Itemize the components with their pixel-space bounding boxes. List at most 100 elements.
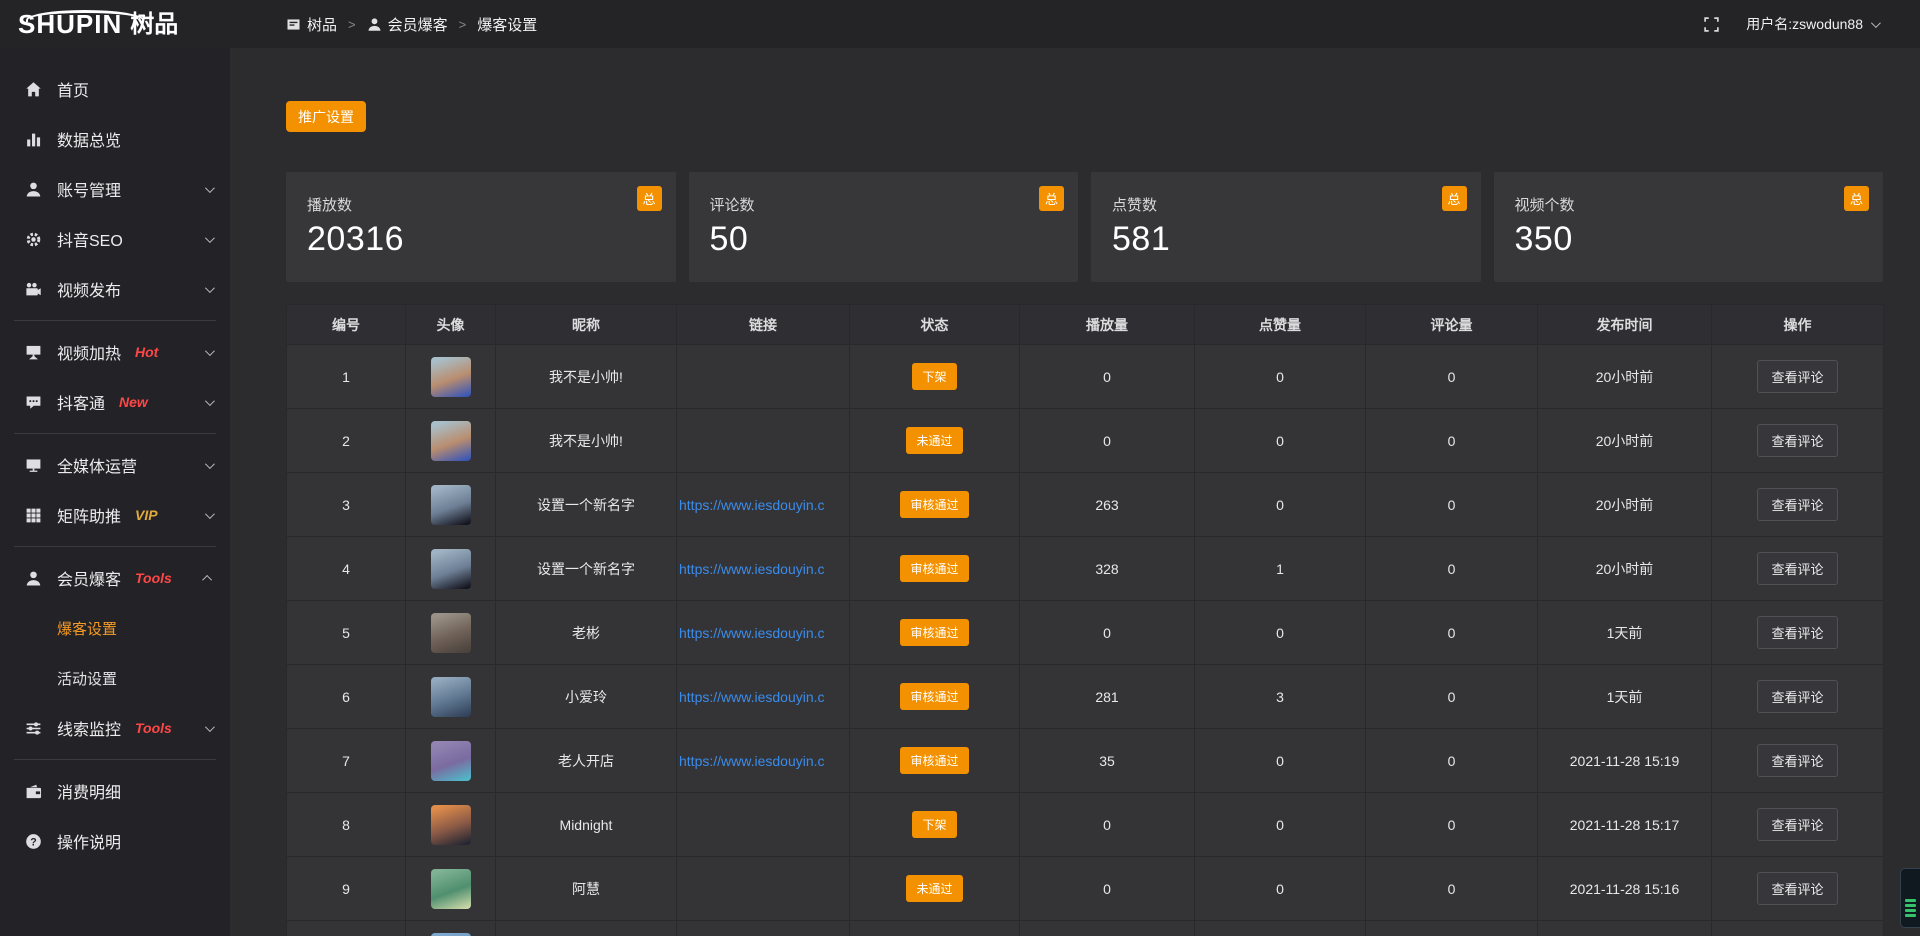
promo-settings-button[interactable]: 推广设置	[286, 101, 366, 132]
sidebar-item-数据总览[interactable]: 数据总览	[0, 114, 230, 164]
profile-link[interactable]: https://www.iesdouyin.c	[677, 689, 849, 705]
cell-nickname: Midnight	[496, 793, 677, 857]
cell-status: 下架	[850, 345, 1020, 409]
status-badge: 审核通过	[900, 747, 968, 774]
column-header-昵称: 昵称	[496, 305, 677, 345]
document-icon	[286, 17, 301, 32]
breadcrumb-item[interactable]: 会员爆客	[367, 14, 448, 35]
stat-card-点赞数: 点赞数581总	[1091, 172, 1481, 282]
status-badge: 审核通过	[900, 491, 968, 518]
breadcrumb-item[interactable]: 树品	[286, 14, 337, 35]
cell-likes: 0	[1195, 345, 1366, 409]
cell-avatar	[406, 601, 496, 665]
sidebar-item-label: 消费明细	[57, 779, 121, 803]
sidebar-item-视频发布[interactable]: 视频发布	[0, 264, 230, 314]
main-content: 推广设置 播放数20316总评论数50总点赞数581总视频个数350总 编号头像…	[230, 48, 1920, 936]
sidebar-item-label: 会员爆客	[57, 566, 121, 590]
view-comments-button[interactable]: 查看评论	[1757, 424, 1837, 457]
cell-likes	[1195, 921, 1366, 936]
username-menu[interactable]: 用户名: zswodun88	[1746, 14, 1878, 34]
sidebar-item-全媒体运营[interactable]: 全媒体运营	[0, 440, 230, 490]
sidebar-item-视频加热[interactable]: 视频加热Hot	[0, 327, 230, 377]
total-badge: 总	[1039, 186, 1064, 211]
sidebar-item-label: 视频发布	[57, 277, 121, 301]
view-comments-button[interactable]: 查看评论	[1757, 488, 1837, 521]
sidebar-item-抖音SEO[interactable]: 抖音SEO	[0, 214, 230, 264]
cell-id: 9	[287, 857, 406, 921]
cell-action: 查看评论	[1712, 857, 1884, 921]
sidebar-subitem-爆客设置[interactable]: 爆客设置	[0, 603, 230, 653]
cell-action: 查看评论	[1712, 409, 1884, 473]
cell-avatar	[406, 729, 496, 793]
view-comments-button[interactable]: 查看评论	[1757, 744, 1837, 777]
profile-link[interactable]: https://www.iesdouyin.c	[677, 753, 849, 769]
chevron-down-icon	[205, 459, 215, 469]
sidebar-item-矩阵助推[interactable]: 矩阵助推VIP	[0, 490, 230, 540]
user-icon	[25, 570, 42, 587]
breadcrumb-label: 树品	[307, 14, 337, 35]
table-row: 3设置一个新名字https://www.iesdouyin.c审核通过26300…	[287, 473, 1884, 537]
app-logo: SHUPIN 树品	[0, 5, 230, 44]
sidebar-subitem-活动设置[interactable]: 活动设置	[0, 653, 230, 703]
cell-comments: 0	[1366, 857, 1538, 921]
cell-plays: 0	[1020, 857, 1195, 921]
bar-chart-icon	[25, 131, 42, 148]
avatar	[431, 357, 471, 397]
column-header-点赞量: 点赞量	[1195, 305, 1366, 345]
profile-link[interactable]: https://www.iesdouyin.c	[677, 625, 849, 641]
view-comments-button[interactable]: 查看评论	[1757, 872, 1837, 905]
sidebar-item-badge: Tools	[135, 570, 172, 586]
view-comments-button[interactable]: 查看评论	[1757, 360, 1837, 393]
table-row: 1我不是小帅!下架00020小时前查看评论	[287, 345, 1884, 409]
chevron-down-icon	[205, 396, 215, 406]
sidebar-item-首页[interactable]: 首页	[0, 64, 230, 114]
cell-comments: 0	[1366, 793, 1538, 857]
sidebar-item-账号管理[interactable]: 账号管理	[0, 164, 230, 214]
sidebar-item-label: 抖客通	[57, 390, 105, 414]
cell-status: 审核通过	[850, 665, 1020, 729]
cell-link	[677, 921, 850, 936]
cell-comments: 0	[1366, 665, 1538, 729]
cell-time: 1天前	[1538, 665, 1712, 729]
cell-likes: 0	[1195, 409, 1366, 473]
view-comments-button[interactable]: 查看评论	[1757, 552, 1837, 585]
chevron-down-icon	[205, 233, 215, 243]
view-comments-button[interactable]: 查看评论	[1757, 680, 1837, 713]
table-body: 1我不是小帅!下架00020小时前查看评论2我不是小帅!未通过00020小时前查…	[287, 345, 1884, 936]
sidebar-item-badge: VIP	[135, 507, 158, 523]
customer-service-widget[interactable]	[1900, 868, 1920, 928]
column-header-链接: 链接	[677, 305, 850, 345]
sidebar-item-label: 抖音SEO	[57, 227, 123, 251]
sidebar-item-操作说明[interactable]: ?操作说明	[0, 816, 230, 866]
table-row: 6小爱玲https://www.iesdouyin.c审核通过281301天前查…	[287, 665, 1884, 729]
view-comments-button[interactable]: 查看评论	[1757, 808, 1837, 841]
view-comments-button[interactable]: 查看评论	[1757, 616, 1837, 649]
cell-action: 查看评论	[1712, 665, 1884, 729]
cell-plays	[1020, 921, 1195, 936]
cell-id	[287, 921, 406, 936]
fullscreen-icon[interactable]	[1703, 16, 1720, 33]
sidebar-item-线索监控[interactable]: 线索监控Tools	[0, 703, 230, 753]
cell-status: 下架	[850, 793, 1020, 857]
chevron-down-icon	[205, 722, 215, 732]
sidebar-item-消费明细[interactable]: 消费明细	[0, 766, 230, 816]
breadcrumb-item[interactable]: 爆客设置	[477, 14, 537, 35]
sidebar-item-抖客通[interactable]: 抖客通New	[0, 377, 230, 427]
chevron-down-icon	[205, 283, 215, 293]
total-badge: 总	[637, 186, 662, 211]
user-icon	[367, 17, 382, 32]
profile-link[interactable]: https://www.iesdouyin.c	[677, 561, 849, 577]
cell-link: https://www.iesdouyin.c	[677, 537, 850, 601]
table-row: 5老彬https://www.iesdouyin.c审核通过0001天前查看评论	[287, 601, 1884, 665]
profile-link[interactable]: https://www.iesdouyin.c	[677, 497, 849, 513]
sidebar-item-会员爆客[interactable]: 会员爆客 Tools	[0, 553, 230, 603]
cell-id: 7	[287, 729, 406, 793]
column-header-操作: 操作	[1712, 305, 1884, 345]
gear-icon	[25, 231, 42, 248]
chevron-down-icon	[1871, 18, 1881, 28]
cell-comments: 0	[1366, 345, 1538, 409]
cell-link	[677, 345, 850, 409]
cell-plays: 0	[1020, 793, 1195, 857]
monitor-icon	[25, 457, 42, 474]
user-icon	[25, 181, 42, 198]
